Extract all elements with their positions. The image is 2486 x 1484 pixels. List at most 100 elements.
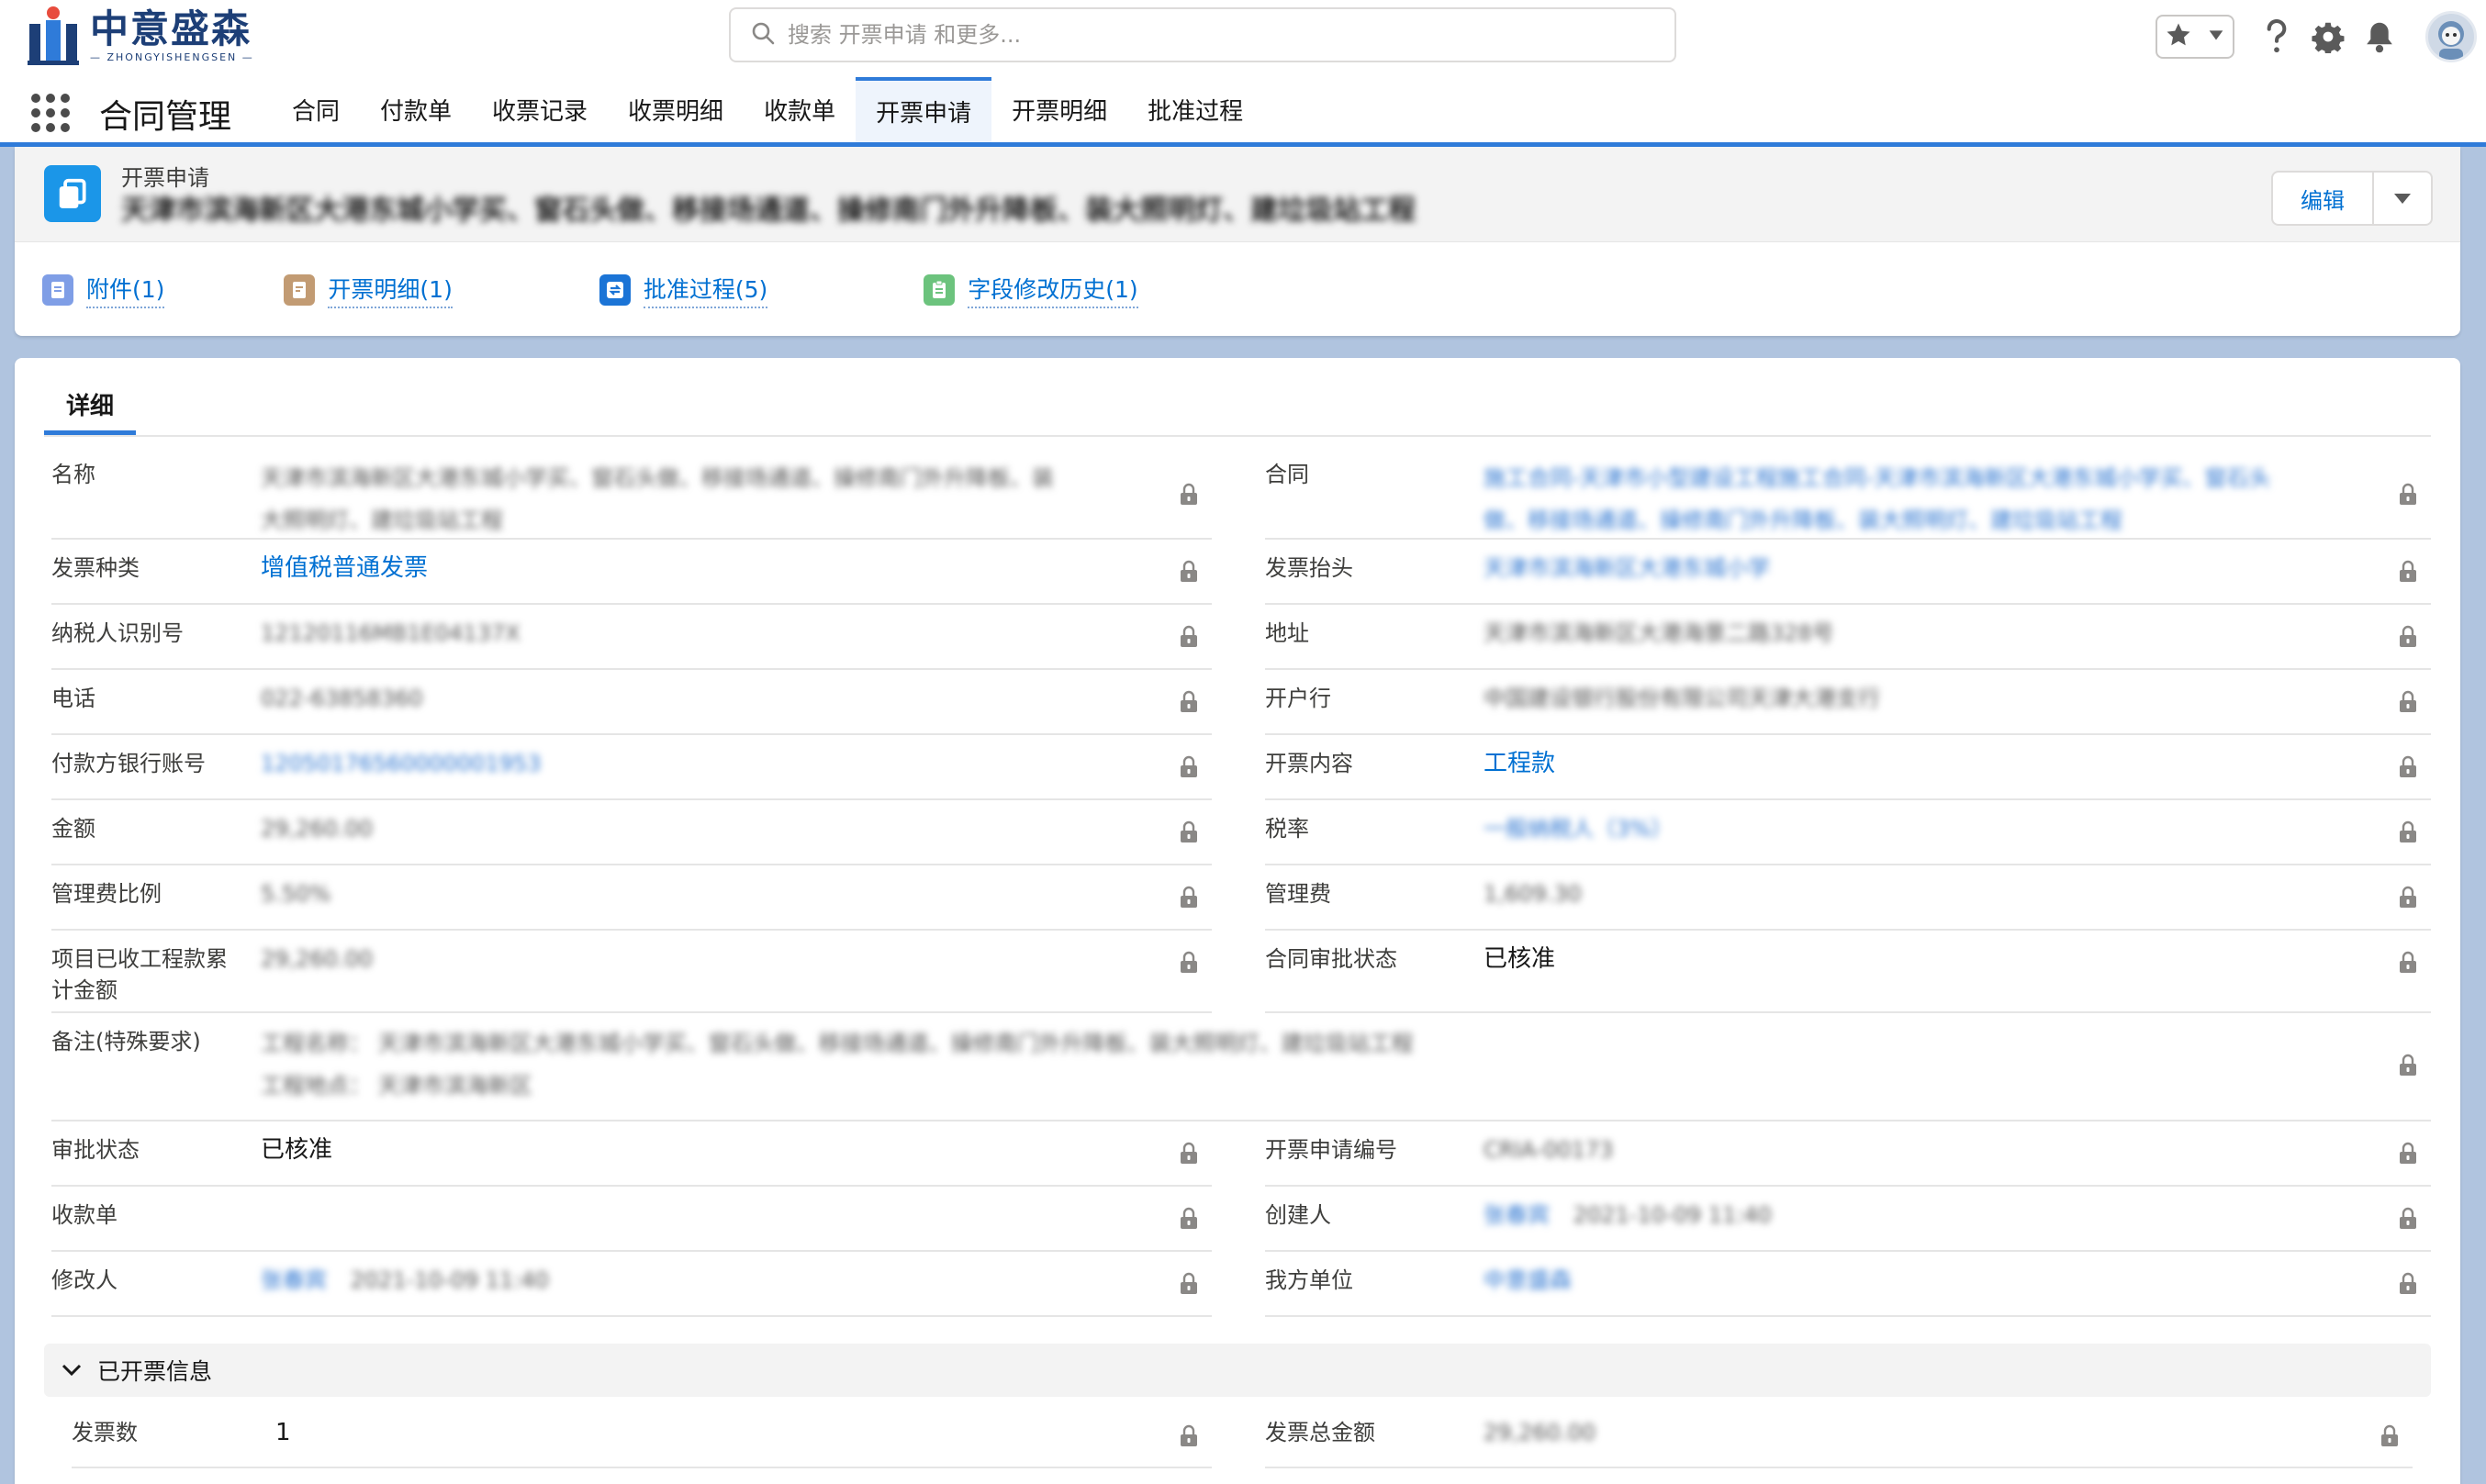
search-input[interactable] [788,22,1674,48]
field-label: 电话 [51,686,95,711]
field-label: 开票内容 [1265,751,1353,776]
edit-button[interactable]: 编辑 [2273,173,2374,224]
related-link-approval-history[interactable]: 批准过程(5) [599,272,768,308]
help-icon[interactable] [2260,18,2293,55]
field-value: 022-63858360 [261,686,423,711]
favorites-group[interactable] [2156,15,2234,59]
field-invoice-total: 发票总金额 29,260.00 [1265,1404,2413,1468]
field-amount: 金额 29,260.00 [51,800,1212,865]
star-icon[interactable] [2165,21,2192,52]
field-invoice-content: 开票内容 工程款 [1265,735,2431,800]
chevron-down-icon[interactable] [2206,25,2226,49]
field-label: 项目已收工程款累 计金额 [51,943,228,1006]
global-search[interactable] [729,7,1676,62]
field-invoice-type: 发票种类 增值税普通发票 [51,540,1212,605]
modifier-user-link[interactable]: 张春宾 [261,1267,327,1293]
lock-icon [2398,1207,2418,1231]
field-label: 开票申请编号 [1265,1137,1397,1163]
related-link-label: 批准过程(5) [643,272,768,308]
field-value-link[interactable]: 一般纳税人（3%） [1484,808,1673,850]
field-taxpayer-id: 纳税人识别号 12120116MB1E04137X [51,605,1212,670]
nav-tab[interactable]: 收款单 [744,77,856,142]
lock-icon [1179,755,1199,779]
nav-tab[interactable]: 开票申请 [856,77,992,142]
field-label: 开户行 [1265,686,1331,711]
field-value-link[interactable]: 施工合同-天津市小型建设工程施工合同-天津市滨海新区大港东城小学买、窗石头 做、… [1484,457,2270,541]
nav-tab[interactable]: 批准过程 [1127,77,1263,142]
field-value-link[interactable]: 中意盛森 [1484,1259,1572,1301]
field-label: 审批状态 [51,1137,140,1163]
field-value-link[interactable]: 天津市滨海新区大港东城小学 [1484,547,1770,589]
related-link-attachments[interactable]: 附件(1) [42,272,165,308]
field-receipt: 收款单 [51,1187,1212,1252]
field-remark: 备注(特殊要求) 工程名称： 天津市滨海新区大港东城小学买、窗石头做、移接场通道… [51,1013,2431,1121]
section-invoiced-info-header[interactable]: 已开票信息 [44,1344,2431,1397]
record-header: 开票申请 天津市滨海新区大港东城小学买、窗石头做、移接场通道、操修南门外升降板、… [15,147,2460,336]
lock-icon [1179,483,1199,507]
field-label-line: 项目已收工程款累 [51,946,228,972]
field-invoice-count: 发票数 1 [72,1404,1212,1468]
field-payer-account: 付款方银行账号 12050176560000001953 [51,735,1212,800]
lock-icon [2398,483,2418,507]
lock-icon [1179,1424,1199,1448]
approval-process-icon [599,274,631,306]
lock-icon [1179,1142,1199,1166]
lock-icon [2398,820,2418,844]
tab-details[interactable]: 详细 [44,378,137,435]
field-value: 1 [275,1419,291,1446]
field-value: 已核准 [1484,945,1556,973]
field-value-link[interactable]: 增值税普通发票 [261,547,428,589]
field-value: 12120116MB1E04137X [261,620,521,646]
field-value: 中国建设银行股份有限公司天津大港支行 [1484,686,1880,711]
related-link-invoice-details[interactable]: 开票明细(1) [284,272,453,308]
field-value: 1,609.30 [1484,881,1582,907]
field-value: 29,260.00 [261,816,374,842]
field-tax-rate: 税率 一般纳税人（3%） [1265,800,2431,865]
lock-icon [1179,560,1199,584]
creator-time: 2021-10-09 11:40 [1573,1202,1772,1228]
global-header: 中意盛森 — ZHONGYISHENGSEN — [0,0,2486,77]
lock-icon [1179,1207,1199,1231]
app-nav-bar: 合同管理 合同 付款单 收票记录 收票明细 收款单 开票申请 开票明细 批准过程 [0,77,2486,147]
field-value: 工程名称： 天津市滨海新区大港东城小学买、窗石头做、移接场通道、操修南门外升降板… [261,1022,1414,1107]
field-value-link[interactable]: 工程款 [1484,742,1555,785]
lock-icon [1179,625,1199,649]
creator-user-link[interactable]: 张春宾 [1484,1202,1550,1228]
field-label: 收款单 [51,1202,118,1228]
more-actions-button[interactable] [2374,173,2431,224]
field-contract-status: 合同审批状态 已核准 [1265,931,2431,1013]
field-value: 29,260.00 [261,946,374,972]
field-label: 发票抬头 [1265,555,1353,581]
field-label: 纳税人识别号 [51,620,184,646]
field-label: 备注(特殊要求) [51,1029,201,1054]
nav-tab[interactable]: 开票明细 [991,77,1127,142]
user-avatar[interactable] [2425,11,2477,62]
nav-tab[interactable]: 付款单 [360,77,472,142]
app-name: 合同管理 [99,98,232,136]
field-label: 合同 [1265,462,1309,487]
lock-icon [2398,755,2418,779]
field-value-line: 工程名称： 天津市滨海新区大港东城小学买、窗石头做、移接场通道、操修南门外升降板… [261,1031,1414,1056]
field-bank: 开户行 中国建设银行股份有限公司天津大港支行 [1265,670,2431,735]
chevron-down-icon [2394,194,2411,204]
logo-mark-icon [28,6,79,66]
company-logo[interactable]: 中意盛森 — ZHONGYISHENGSEN — [28,6,254,66]
lock-icon [1179,886,1199,909]
edit-button-group: 编辑 [2271,171,2433,226]
field-address: 地址 天津市滨海新区大港海景二路328号 [1265,605,2431,670]
nav-tab[interactable]: 合同 [272,77,360,142]
nav-tab[interactable]: 收票记录 [472,77,608,142]
record-type-icon [44,165,101,222]
lock-icon [1179,820,1199,844]
gear-icon[interactable] [2312,18,2345,55]
field-invoice-title: 发票抬头 天津市滨海新区大港东城小学 [1265,540,2431,605]
field-value-link[interactable]: 12050176560000001953 [261,742,541,785]
bell-icon[interactable] [2363,18,2396,55]
nav-tab[interactable]: 收票明细 [608,77,744,142]
field-collected-total: 项目已收工程款累 计金额 29,260.00 [51,931,1212,1013]
field-history-icon [924,274,956,306]
related-link-field-history[interactable]: 字段修改历史(1) [924,272,1138,308]
field-mgmt-fee: 管理费 1,609.30 [1265,865,2431,931]
app-launcher-icon[interactable] [31,94,70,132]
field-label: 金额 [51,816,95,842]
